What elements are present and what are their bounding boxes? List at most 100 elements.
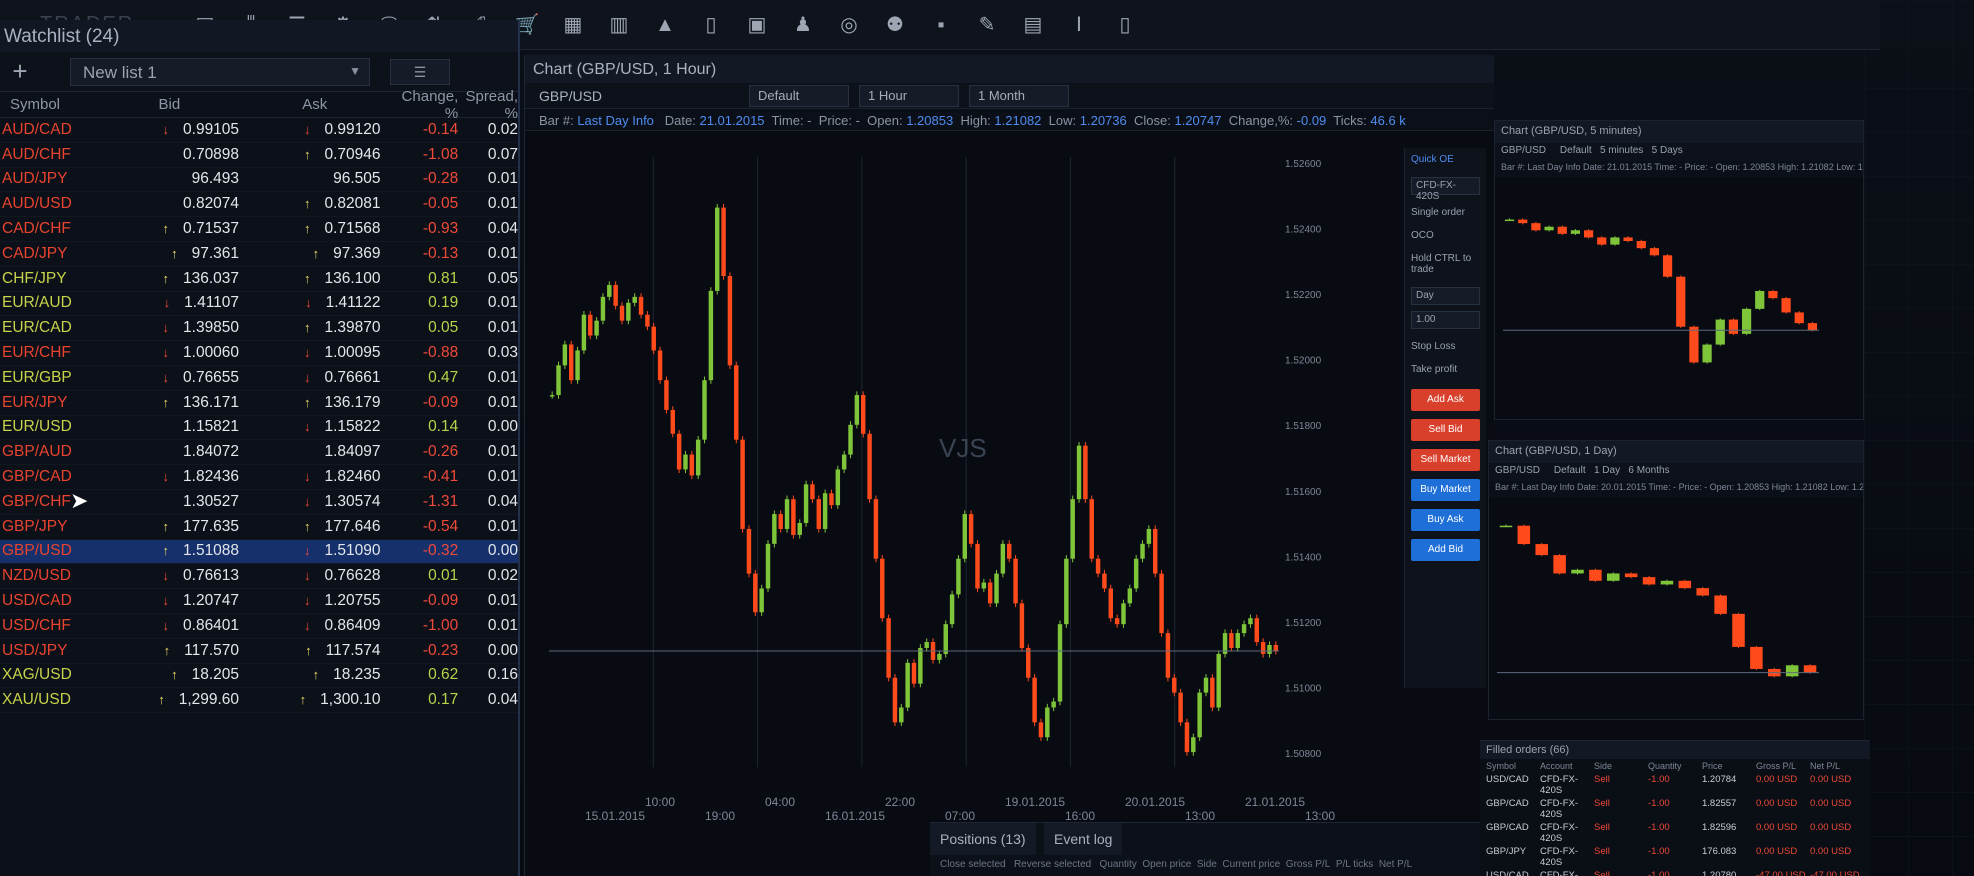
filled-col-header[interactable]: Symbol (1486, 761, 1540, 771)
candle (1660, 580, 1674, 585)
watchlist-row[interactable]: NZD/USD ↓ 0.76613 ↓ 0.76628 0.01 0.02 (0, 564, 518, 590)
cone-icon[interactable]: ▲ (650, 11, 680, 39)
watchlist-row[interactable]: GBP/AUD 1.84072 1.84097 -0.26 0.01 (0, 440, 518, 466)
col-change[interactable]: Change, % (389, 88, 459, 122)
filled-order-row[interactable]: GBP/JPY CFD-FX-420S Sell -1.00 176.083 0.00 U… (1480, 845, 1870, 869)
window-icon[interactable]: ▣ (742, 11, 772, 39)
sell-market-button[interactable]: Sell Market (1411, 449, 1480, 471)
order-icon[interactable]: ▦ (558, 11, 588, 39)
watchlist-row[interactable]: AUD/USD 0.82074 ↑ 0.82081 -0.05 0.01 (0, 192, 518, 218)
filled-order-row[interactable]: USD/CAD CFD-FX-420S Sell -1.00 1.20784 0.00 U… (1480, 773, 1870, 797)
watchlist-row[interactable]: CAD/JPY ↑ 97.361 ↑ 97.369 -0.13 0.01 (0, 242, 518, 267)
list-menu-button[interactable]: ☰ (390, 58, 450, 85)
watchlist-row[interactable]: AUD/JPY 96.493 96.505 -0.28 0.01 (0, 168, 518, 193)
mini2-candles[interactable] (1493, 501, 1859, 711)
glasses-icon[interactable]: ◎ (834, 11, 864, 39)
mini1-candles[interactable] (1499, 181, 1859, 411)
watchlist-row[interactable]: AUD/CHF 0.70898 ↑ 0.70946 -1.08 0.07 (0, 143, 518, 168)
watchlist-row[interactable]: AUD/CAD ↓ 0.99105 ↓ 0.99120 -0.14 0.02 (0, 118, 518, 143)
list-select[interactable]: New list 1 ▼ (70, 57, 370, 86)
watchlist-row[interactable]: CAD/CHF ↑ 0.71537 ↑ 0.71568 -0.93 0.04 (0, 217, 518, 242)
tab-event-log[interactable]: Event log (1044, 823, 1123, 855)
users-icon[interactable]: ⚉ (880, 11, 910, 39)
watchlist-row[interactable]: USD/CHF ↓ 0.86401 ↓ 0.86409 -1.00 0.01 (0, 614, 518, 639)
watchlist-row[interactable]: EUR/JPY ↑ 136.171 ↑ 136.179 -0.09 0.01 (0, 391, 518, 416)
filled-col-header[interactable]: Price (1702, 761, 1756, 771)
tab-positions[interactable]: Positions (13) (930, 823, 1036, 855)
row-change: -0.54 (422, 517, 459, 535)
watchlist-row[interactable]: CHF/JPY ↑ 136.037 ↑ 136.100 0.81 0.05 (0, 267, 518, 292)
add-ask-button[interactable]: Add Ask (1411, 389, 1480, 411)
filled-order-row[interactable]: USD/CAD CFD-FX-420S Sell -1.00 1.20780 -47.00… (1480, 869, 1870, 876)
columns-icon[interactable]: ▯ (696, 11, 726, 39)
watchlist-row[interactable]: GBP/JPY ↑ 177.635 ↑ 177.646 -0.54 0.01 (0, 515, 518, 540)
quantity-field[interactable]: 1.00 (1411, 311, 1480, 329)
sell-bid-button[interactable]: Sell Bid (1411, 419, 1480, 441)
mini2-interval[interactable]: 1 Day (1594, 465, 1620, 476)
col-spread[interactable]: Spread, % (458, 88, 518, 122)
ask-value: 97.369 (333, 244, 381, 262)
table-icon[interactable]: ▥ (604, 11, 634, 39)
watchlist-row[interactable]: USD/CAD ↓ 1.20747 ↓ 1.20755 -0.09 0.01 (0, 589, 518, 614)
row-ask: ↓ 1.82460 (249, 468, 388, 486)
filled-col-header[interactable]: Quantity (1648, 761, 1702, 771)
mini1-template[interactable]: Default (1560, 145, 1592, 156)
watchlist-row[interactable]: XAG/USD ↑ 18.205 ↑ 18.235 0.62 0.16 (0, 664, 518, 689)
bid-value: 136.037 (183, 269, 240, 287)
row-ask: ↑ 117.574 (249, 642, 388, 660)
reverse-selected-button[interactable]: Reverse selected (1014, 859, 1091, 870)
trading-screen: TRADER ▤⫼☰⚙⛁⇅⎙🛒▦▥▲▯▣♟◎⚉▪✎▤Ⅰ▯ Watchlist (… (0, 0, 1974, 876)
calculator-icon[interactable]: ▤ (1018, 11, 1048, 39)
filled-order-cell: -1.00 (1648, 798, 1670, 809)
stop-loss-label[interactable]: Stop Loss (1405, 335, 1486, 358)
candlestick-chart[interactable]: 1.52600 1.52400 1.52200 1.52000 1.51800 1.516… (539, 137, 1369, 797)
col-symbol[interactable]: Symbol (0, 96, 100, 113)
arrow-up-icon: ↑ (299, 692, 307, 708)
single-order-radio[interactable]: Single order (1405, 201, 1486, 224)
add-bid-button[interactable]: Add Bid (1411, 539, 1480, 561)
wrench-icon[interactable]: ✎ (972, 11, 1002, 39)
candle (1026, 647, 1031, 678)
candle (1152, 528, 1158, 574)
filled-order-row[interactable]: GBP/CAD CFD-FX-420S Sell -1.00 1.82596 0.00 U… (1480, 821, 1870, 845)
watchlist-row[interactable]: EUR/CHF ↓ 1.00060 ↓ 1.00095 -0.88 0.03 (0, 341, 518, 366)
money-icon[interactable]: Ⅰ (1064, 11, 1094, 39)
save-icon[interactable]: ▪ (926, 11, 956, 39)
filled-order-row[interactable]: GBP/CAD CFD-FX-420S Sell -1.00 1.82557 0.00 U… (1480, 797, 1870, 821)
add-symbol-button[interactable]: + (0, 56, 40, 87)
col-bid[interactable]: Bid (100, 96, 249, 113)
watchlist-row[interactable]: GBP/CAD ↓ 1.82436 ↓ 1.82460 -0.41 0.01 (0, 465, 518, 490)
filled-col-header[interactable]: Net P/L (1810, 761, 1864, 771)
interval-select[interactable]: 1 Hour (859, 84, 959, 107)
filled-col-header[interactable]: Gross P/L (1756, 761, 1810, 771)
document-icon[interactable]: ▯ (1110, 11, 1140, 39)
watchlist-row[interactable]: EUR/USD 1.15821 ↓ 1.15822 0.14 0.00 (0, 416, 518, 441)
mini2-template[interactable]: Default (1554, 465, 1586, 476)
filled-col-header[interactable]: Account (1540, 761, 1594, 771)
oco-radio[interactable]: OCO (1405, 224, 1486, 247)
buy-ask-button[interactable]: Buy Ask (1411, 509, 1480, 531)
watchlist-row[interactable]: EUR/CAD ↓ 1.39850 ↑ 1.39870 0.05 0.01 (0, 316, 518, 342)
bid-value: 1.39850 (183, 319, 240, 337)
tif-select[interactable]: Day (1411, 287, 1480, 305)
template-select[interactable]: Default (749, 84, 849, 107)
filled-order-cell: CFD-FX-420S (1540, 822, 1578, 844)
watchlist-row[interactable]: GBP/USD ↑ 1.51088 ↓ 1.51090 -0.32 0.00 (0, 539, 518, 565)
user-icon[interactable]: ♟ (788, 11, 818, 39)
mini1-interval[interactable]: 5 minutes (1600, 145, 1643, 156)
candle (676, 433, 682, 470)
watchlist-row[interactable]: EUR/AUD ↓ 1.41107 ↓ 1.41122 0.19 0.01 (0, 292, 518, 317)
watchlist-row[interactable]: XAU/USD ↑ 1,299.60 ↑ 1,300.10 0.17 0.04 (0, 688, 518, 714)
watchlist-row[interactable]: EUR/GBP ↓ 0.76655 ↓ 0.76661 0.47 0.01 (0, 366, 518, 391)
buy-market-button[interactable]: Buy Market (1411, 479, 1480, 501)
filled-col-header[interactable]: Side (1594, 761, 1648, 771)
bid-value: 1.51088 (183, 542, 240, 560)
mini2-range[interactable]: 6 Months (1628, 465, 1669, 476)
range-select[interactable]: 1 Month (969, 84, 1069, 107)
take-profit-label[interactable]: Take profit (1405, 358, 1486, 381)
close-selected-button[interactable]: Close selected (940, 859, 1006, 870)
account-select[interactable]: CFD-FX-420S (1411, 177, 1480, 202)
col-ask[interactable]: Ask (249, 96, 388, 113)
watchlist-row[interactable]: USD/JPY ↑ 117.570 ↑ 117.574 -0.23 0.00 (0, 639, 518, 664)
mini1-range[interactable]: 5 Days (1652, 145, 1683, 156)
